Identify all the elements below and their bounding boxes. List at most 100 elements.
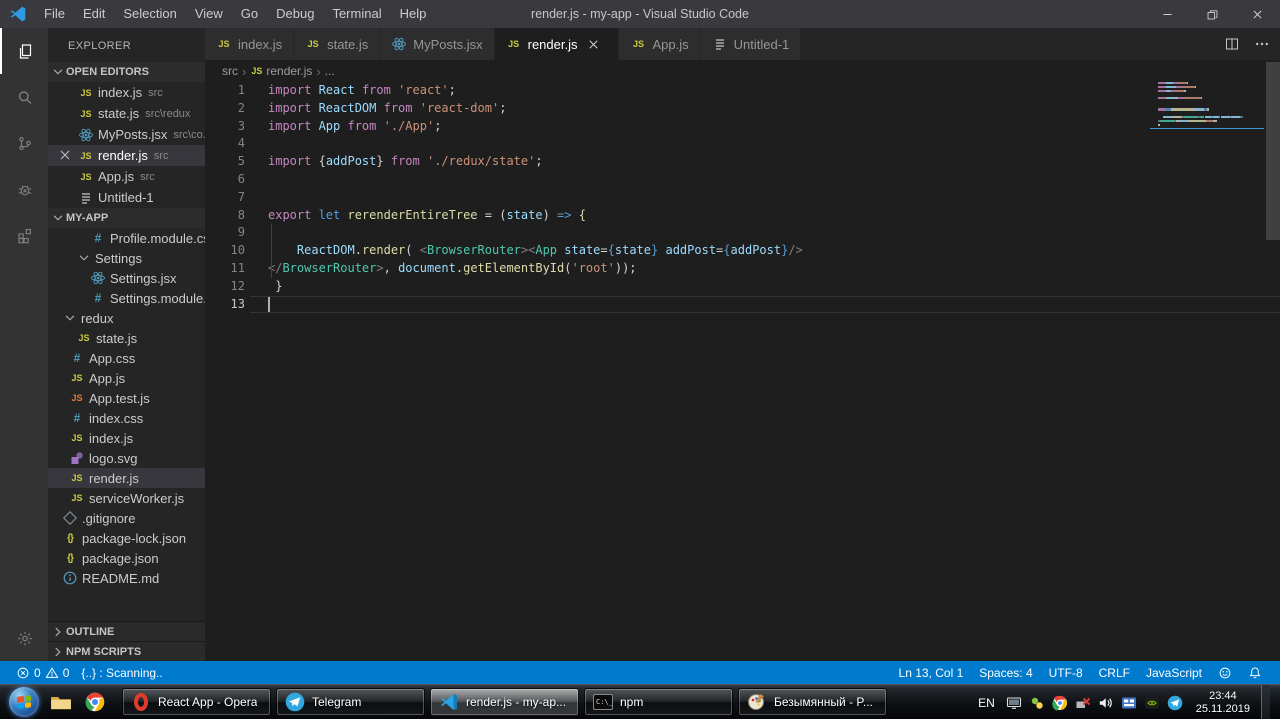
breadcrumb-item[interactable]: src	[222, 64, 238, 78]
activity-source-control[interactable]	[0, 120, 48, 166]
close-editor-icon[interactable]	[57, 147, 73, 163]
tree-file-serviceWorker.js[interactable]: JS serviceWorker.js	[48, 488, 205, 508]
tree-file-README.md[interactable]: README.md	[48, 568, 205, 588]
breadcrumb[interactable]: src › JS render.js ›...	[205, 60, 1280, 82]
tree-file-App.css[interactable]: # App.css	[48, 348, 205, 368]
menu-terminal[interactable]: Terminal	[323, 0, 390, 28]
split-editor-icon[interactable]	[1224, 36, 1240, 52]
menu-view[interactable]: View	[186, 0, 232, 28]
monitor-icon[interactable]	[1006, 695, 1022, 711]
taskbar-button-npm[interactable]: C:\_ npm	[584, 688, 733, 716]
status-eol-sequence[interactable]: CRLF	[1091, 661, 1138, 684]
code-line-10: 10 ReactDOM.render( <BrowserRouter><App …	[205, 242, 1280, 260]
activity-debug[interactable]	[0, 166, 48, 212]
taskbar-button-telegram[interactable]: Telegram	[276, 688, 425, 716]
taskbar-button-react-app-opera[interactable]: React App - Opera	[122, 688, 271, 716]
telegram-tray-icon[interactable]	[1167, 695, 1183, 711]
project-folder-header[interactable]: MY-APP	[48, 208, 205, 228]
language-indicator[interactable]: EN	[974, 696, 999, 710]
chevron-right-icon	[51, 645, 65, 659]
minimap[interactable]	[1150, 82, 1264, 131]
tab-MyPosts.jsx[interactable]: MyPosts.jsx	[380, 28, 495, 60]
tree-file-index.css[interactable]: # index.css	[48, 408, 205, 428]
open-editor-item-state.js[interactable]: JS state.js src\redux	[48, 103, 205, 124]
restore-button[interactable]	[1190, 0, 1235, 28]
clock[interactable]: 23:44 25.11.2019	[1196, 690, 1250, 716]
activity-files[interactable]	[0, 28, 48, 74]
activity-manage[interactable]	[0, 615, 48, 661]
chevron-right-icon	[51, 625, 65, 639]
activity-extensions[interactable]	[0, 212, 48, 258]
minimize-button[interactable]	[1145, 0, 1190, 28]
open-editor-item-index.js[interactable]: JS index.js src	[48, 82, 205, 103]
keyboard-layout-icon[interactable]	[1121, 695, 1137, 711]
taskbar-button-render-js-my-ap-[interactable]: render.js - my-ap...	[430, 688, 579, 716]
bell-button[interactable]	[1240, 661, 1270, 684]
activity-bar	[0, 28, 48, 661]
menu-selection[interactable]: Selection	[114, 0, 185, 28]
explorer-folder-icon	[50, 692, 72, 712]
menu-help[interactable]: Help	[391, 0, 436, 28]
tab-index.js[interactable]: JS index.js	[205, 28, 295, 60]
code-editor[interactable]: 1 import React from 'react'; 2 import React…	[205, 82, 1280, 661]
js-file-icon: JS	[80, 150, 92, 161]
tab-state.js[interactable]: JS state.js	[294, 28, 381, 60]
menu-debug[interactable]: Debug	[267, 0, 323, 28]
css-file-icon: #	[73, 411, 81, 425]
open-editors-header[interactable]: OPEN EDITORS	[48, 62, 205, 82]
outline-header[interactable]: OUTLINE	[48, 621, 205, 641]
problems-indicator[interactable]: 0 0	[10, 661, 75, 684]
tree-file-index.js[interactable]: JS index.js	[48, 428, 205, 448]
tree-file-App.js[interactable]: JS App.js	[48, 368, 205, 388]
chrome-quicklaunch[interactable]	[78, 686, 112, 719]
status-indentation[interactable]: Spaces: 4	[971, 661, 1040, 684]
tree-file-state.js[interactable]: JS state.js	[48, 328, 205, 348]
tree-folder-redux[interactable]: redux	[48, 308, 205, 328]
status-encoding[interactable]: UTF-8	[1041, 661, 1091, 684]
show-desktop-button[interactable]	[1261, 685, 1270, 719]
editor-scrollbar[interactable]	[1266, 62, 1280, 240]
usb-icon[interactable]	[1029, 695, 1045, 711]
menu-edit[interactable]: Edit	[74, 0, 114, 28]
explorer-folder-quicklaunch[interactable]	[44, 686, 78, 719]
status-language-mode[interactable]: JavaScript	[1138, 661, 1210, 684]
status-cursor-position[interactable]: Ln 13, Col 1	[891, 661, 972, 684]
open-editor-item-MyPosts.jsx[interactable]: MyPosts.jsx src\co...	[48, 124, 205, 145]
tree-file-package-lock.json[interactable]: {} package-lock.json	[48, 528, 205, 548]
tab-Untitled-1[interactable]: Untitled-1	[700, 28, 802, 60]
tree-file-Settings.jsx[interactable]: Settings.jsx	[48, 268, 205, 288]
tree-file-.gitignore[interactable]: .gitignore	[48, 508, 205, 528]
chrome-tray-icon[interactable]	[1052, 695, 1068, 711]
tree-file-render.js[interactable]: JS render.js	[48, 468, 205, 488]
feedback-smiley-button[interactable]	[1210, 661, 1240, 684]
line-number: 9	[237, 225, 245, 240]
tree-file-Settings.module.c...[interactable]: # Settings.module.c...	[48, 288, 205, 308]
activity-search[interactable]	[0, 74, 48, 120]
menu-file[interactable]: File	[35, 0, 74, 28]
open-editor-item-render.js[interactable]: JS render.js src	[48, 145, 205, 166]
more-actions-icon[interactable]	[1254, 36, 1270, 52]
volume-icon[interactable]	[1098, 695, 1114, 711]
css-file-icon: #	[94, 291, 102, 305]
start-button[interactable]	[4, 686, 44, 719]
npm-scripts-header[interactable]: NPM SCRIPTS	[48, 641, 205, 661]
close-tab-icon[interactable]	[586, 37, 601, 52]
sidebar-title: EXPLORER	[68, 40, 132, 52]
tree-file-Profile.module.css[interactable]: # Profile.module.css	[48, 228, 205, 248]
open-editor-item-App.js[interactable]: JS App.js src	[48, 166, 205, 187]
tree-file-App.test.js[interactable]: JS App.test.js	[48, 388, 205, 408]
network-error-icon[interactable]	[1075, 695, 1091, 711]
tree-file-logo.svg[interactable]: logo.svg	[48, 448, 205, 468]
tab-render.js[interactable]: JS render.js	[494, 28, 620, 60]
breadcrumb-item[interactable]: render.js	[266, 64, 312, 78]
tree-file-package.json[interactable]: {} package.json	[48, 548, 205, 568]
tab-App.js[interactable]: JS App.js	[619, 28, 701, 60]
taskbar-button-paint[interactable]: Безымянный - P...	[738, 688, 887, 716]
breadcrumb-item[interactable]: ...	[325, 64, 335, 78]
open-editor-item-Untitled-1[interactable]: Untitled-1	[48, 187, 205, 208]
nvidia-icon[interactable]	[1144, 695, 1160, 711]
eslint-status[interactable]: {..} : Scanning..	[75, 661, 168, 684]
tree-folder-Settings[interactable]: Settings	[48, 248, 205, 268]
close-window-button[interactable]	[1235, 0, 1280, 28]
menu-go[interactable]: Go	[232, 0, 267, 28]
